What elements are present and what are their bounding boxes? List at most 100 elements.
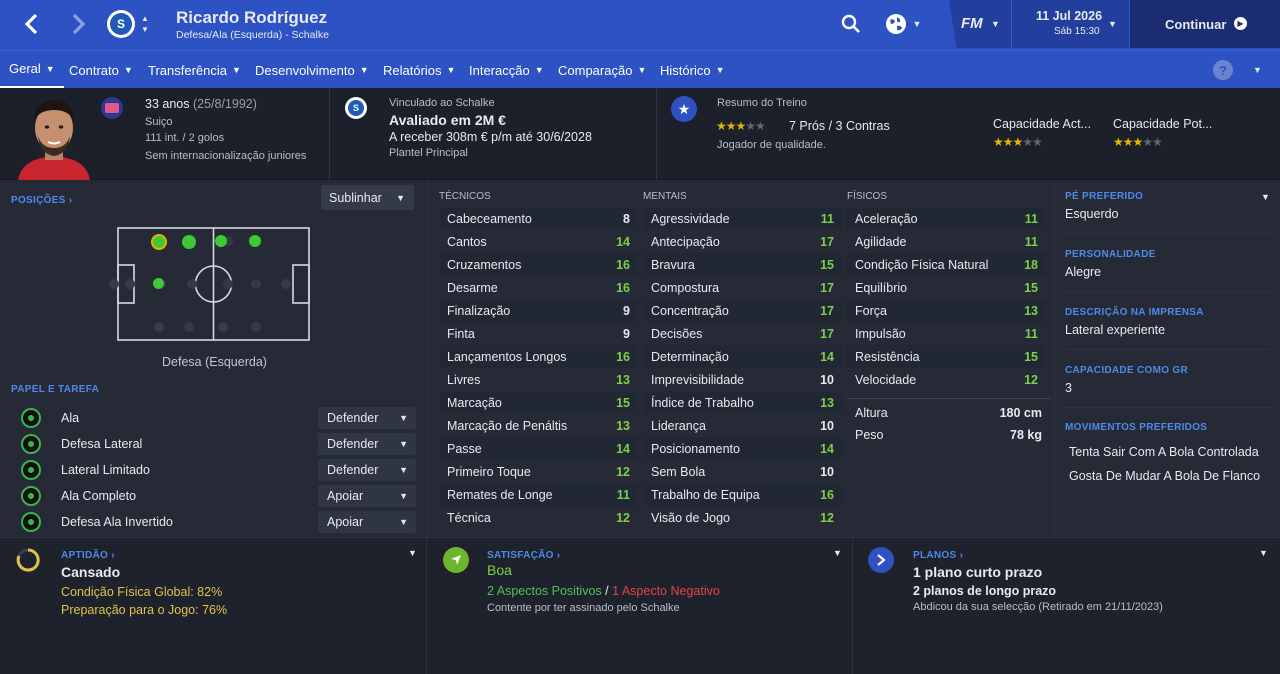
attribute-row[interactable]: Desarme 16 (439, 276, 638, 299)
date-button[interactable]: 11 Jul 2026 Sáb 15:30 ▼ (1011, 0, 1129, 48)
attribute-row[interactable]: Cantos 14 (439, 230, 638, 253)
attribute-row[interactable]: Cruzamentos 16 (439, 253, 638, 276)
attribute-row[interactable]: Compostura 17 (643, 276, 842, 299)
pitch-position-dot[interactable] (187, 279, 197, 289)
attribute-name: Trabalho de Equipa (651, 487, 760, 502)
attribute-row[interactable]: Resistência 15 (847, 345, 1046, 368)
fm-menu[interactable]: FM ▼ (949, 0, 1011, 48)
tab-historico[interactable]: Histórico ▼ (660, 51, 725, 89)
panel-chevron-icon[interactable]: ▼ (1261, 192, 1270, 202)
player-switch-icon[interactable]: ▲ ▼ (139, 10, 151, 38)
training-star-icon[interactable]: ★ (671, 96, 697, 122)
attribute-row[interactable]: Índice de Trabalho 13 (643, 391, 842, 414)
pitch-position-dot[interactable] (223, 279, 233, 289)
attribute-row[interactable]: Liderança 10 (643, 414, 842, 437)
tab-transferencia[interactable]: Transferência ▼ (148, 51, 241, 89)
forward-arrow-icon[interactable] (65, 10, 93, 38)
attribute-row[interactable]: Condição Física Natural 18 (847, 253, 1046, 276)
tab-interaccao[interactable]: Interacção ▼ (469, 51, 544, 89)
back-arrow-icon[interactable] (17, 10, 45, 38)
duty-select[interactable]: Defender ▼ (318, 459, 416, 481)
duty-select[interactable]: Defender ▼ (318, 433, 416, 455)
happiness-label[interactable]: SATISFAÇÃO › (487, 550, 560, 561)
negative-aspects[interactable]: 1 Aspecto Negativo (612, 584, 720, 598)
aspects-separator: / (605, 584, 609, 598)
attribute-row[interactable]: Força 13 (847, 299, 1046, 322)
club-badge-icon[interactable]: S (107, 10, 135, 38)
tab-geral[interactable]: Geral ▼ (0, 51, 64, 89)
highlight-select[interactable]: Sublinhar ▼ (321, 185, 414, 210)
pitch-position-dot[interactable] (184, 322, 194, 332)
attribute-row[interactable]: Marcação de Penáltis 13 (439, 414, 638, 437)
attribute-row[interactable]: Antecipação 17 (643, 230, 842, 253)
attribute-row[interactable]: Visão de Jogo 12 (643, 506, 842, 529)
attribute-row[interactable]: Agressividade 11 (643, 207, 842, 230)
top-bar: S ▲ ▼ Ricardo Rodríguez Defesa/Ala (Esque… (0, 0, 1280, 50)
date-chevron-icon: ▼ (1108, 19, 1117, 29)
panel-chevron-icon[interactable]: ▼ (408, 548, 417, 558)
duty-select[interactable]: Apoiar ▼ (318, 511, 416, 533)
attribute-row[interactable]: Finta 9 (439, 322, 638, 345)
role-name: Lateral Limitado (61, 463, 150, 477)
attribute-row[interactable]: Decisões 17 (643, 322, 842, 345)
globe-chevron-icon[interactable]: ▼ (910, 17, 924, 31)
help-icon[interactable]: ? (1213, 60, 1233, 80)
tab-relatorios[interactable]: Relatórios ▼ (383, 51, 455, 89)
duty-select[interactable]: Defender ▼ (318, 407, 416, 429)
attribute-row[interactable]: Marcação 15 (439, 391, 638, 414)
duty-select[interactable]: Apoiar ▼ (318, 485, 416, 507)
panel-chevron-icon[interactable]: ▼ (1259, 548, 1268, 558)
chevron-down-icon: ▼ (232, 65, 241, 75)
ppm-item[interactable]: Gosta De Mudar A Bola De Flanco (1069, 469, 1260, 483)
attribute-row[interactable]: Primeiro Toque 12 (439, 460, 638, 483)
globe-icon[interactable] (884, 12, 908, 36)
pitch-position-dot-active[interactable] (182, 235, 196, 249)
attribute-row[interactable]: Remates de Longe 11 (439, 483, 638, 506)
pitch-position-natural[interactable] (151, 234, 167, 250)
attribute-row[interactable]: Concentração 17 (643, 299, 842, 322)
attribute-row[interactable]: Lançamentos Longos 16 (439, 345, 638, 368)
pitch-position-dot[interactable] (154, 322, 164, 332)
attribute-row[interactable]: Posicionamento 14 (643, 437, 842, 460)
attribute-row[interactable]: Passe 14 (439, 437, 638, 460)
attribute-row[interactable]: Bravura 15 (643, 253, 842, 276)
attribute-row[interactable]: Cabeceamento 8 (439, 207, 638, 230)
nationality-flag-icon[interactable] (101, 97, 123, 119)
fitness-label[interactable]: APTIDÃO › (61, 550, 115, 561)
pitch-position-dot[interactable] (125, 279, 135, 289)
pitch-position-dot[interactable] (281, 279, 291, 289)
attribute-row[interactable]: Impulsão 11 (847, 322, 1046, 345)
pitch-position-dot-active[interactable] (215, 235, 227, 247)
attribute-row[interactable]: Técnica 12 (439, 506, 638, 529)
positions-label[interactable]: POSIÇÕES › (11, 195, 72, 206)
attribute-row[interactable]: Velocidade 12 (847, 368, 1046, 391)
attribute-row[interactable]: Agilidade 11 (847, 230, 1046, 253)
continue-button[interactable]: Continuar ▶ (1130, 0, 1280, 48)
pitch-position-dot[interactable] (109, 279, 119, 289)
plans-label[interactable]: PLANOS › (913, 550, 963, 561)
tab-comparacao[interactable]: Comparação ▼ (558, 51, 646, 89)
attribute-row[interactable]: Livres 13 (439, 368, 638, 391)
attribute-row[interactable]: Equilíbrio 15 (847, 276, 1046, 299)
attribute-row[interactable]: Trabalho de Equipa 16 (643, 483, 842, 506)
pitch-position-dot[interactable] (218, 322, 228, 332)
positive-aspects[interactable]: 2 Aspectos Positivos (487, 584, 602, 598)
attribute-row[interactable]: Sem Bola 10 (643, 460, 842, 483)
more-chevron-icon[interactable]: ▼ (1253, 65, 1262, 75)
tab-contrato[interactable]: Contrato ▼ (69, 51, 133, 89)
ppm-item[interactable]: Tenta Sair Com A Bola Controlada (1069, 445, 1259, 459)
attribute-row[interactable]: Determinação 14 (643, 345, 842, 368)
attribute-row[interactable]: Finalização 9 (439, 299, 638, 322)
pitch-position-dot-active[interactable] (249, 235, 261, 247)
club-contract-icon[interactable]: S (345, 97, 367, 119)
pitch-position-dot[interactable] (251, 322, 261, 332)
pitch-position-dot[interactable] (251, 279, 261, 289)
attribute-name: Livres (447, 372, 481, 387)
attribute-row[interactable]: Imprevisibilidade 10 (643, 368, 842, 391)
search-icon[interactable] (839, 12, 863, 36)
tab-label: Contrato (69, 62, 119, 78)
panel-chevron-icon[interactable]: ▼ (833, 548, 842, 558)
pitch-position-dot-active[interactable] (153, 278, 164, 289)
attribute-row[interactable]: Aceleração 11 (847, 207, 1046, 230)
tab-desenvolvimento[interactable]: Desenvolvimento ▼ (255, 51, 369, 89)
